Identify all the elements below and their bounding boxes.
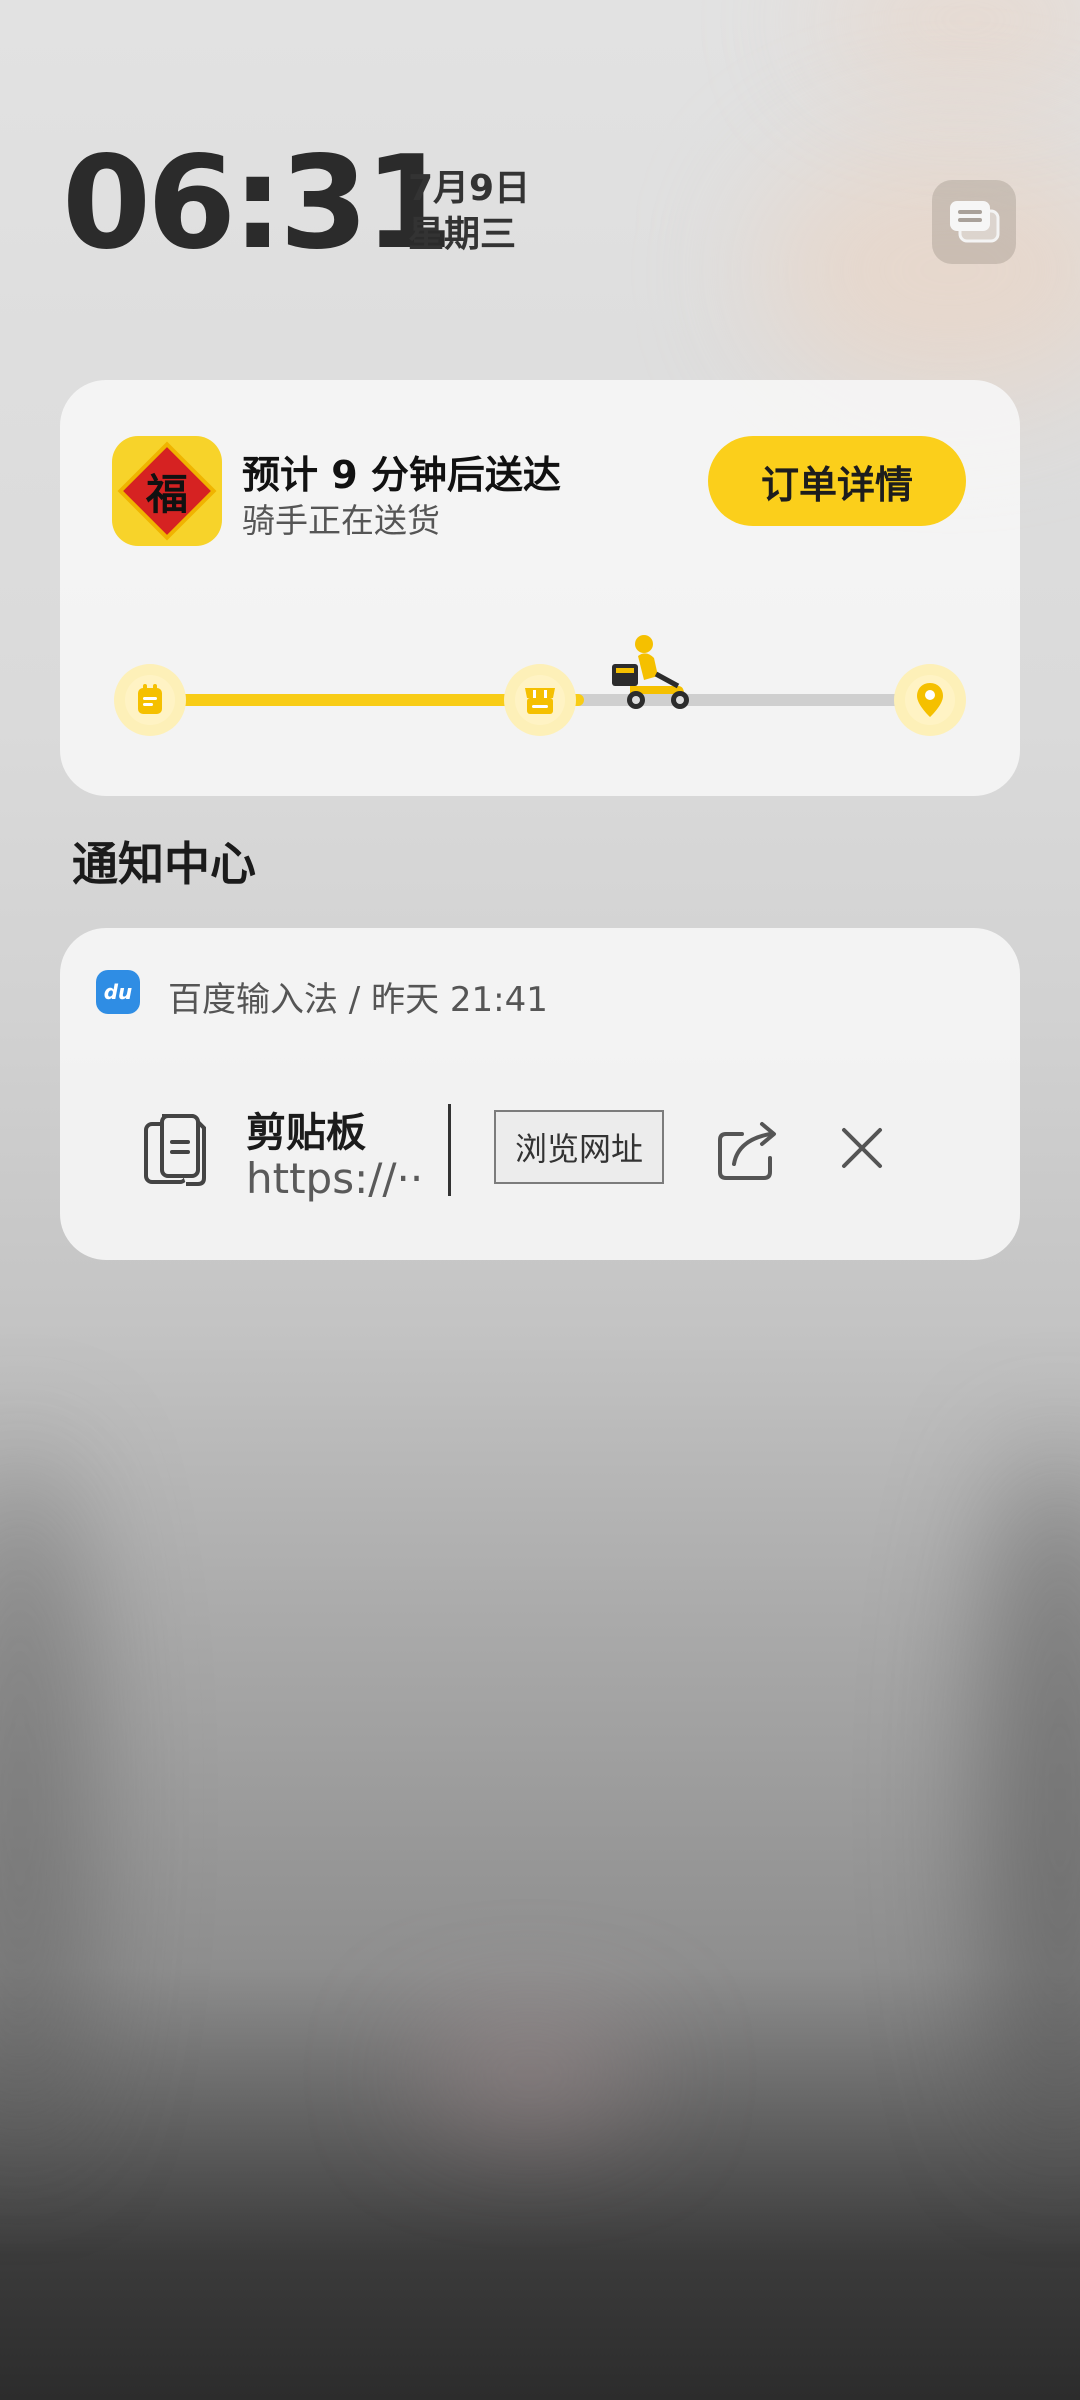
lockscreen-date: 7月9日 星期三: [408, 166, 530, 258]
date-text: 7月9日: [408, 168, 531, 209]
divider: [448, 1104, 451, 1196]
baidu-input-app-icon: du: [96, 970, 140, 1014]
destination-node: [894, 664, 966, 736]
wallpaper-blob: [760, 140, 1080, 400]
delivery-status: 骑手正在送货: [242, 501, 440, 540]
store-icon: [525, 688, 555, 714]
delivery-rider-icon: [612, 635, 689, 709]
weekday-text: 星期三: [408, 214, 517, 255]
delivery-app-icon: 福: [112, 436, 222, 546]
close-icon[interactable]: [838, 1124, 886, 1172]
notification-card[interactable]: du 百度输入法 / 昨天 21:41 剪贴板 https://·· 浏览网址: [60, 928, 1020, 1260]
notification-center-title: 通知中心: [72, 837, 256, 891]
message-button[interactable]: [932, 180, 1016, 264]
delivery-live-card[interactable]: 福 预计 9 分钟后送达 骑手正在送货 订单详情: [60, 380, 1020, 796]
wallpaper-blob: [0, 1450, 80, 2150]
notification-header: 百度输入法 / 昨天 21:41: [168, 980, 548, 1020]
clipboard-title: 剪贴板: [246, 1110, 366, 1156]
order-details-button[interactable]: 订单详情: [708, 436, 966, 526]
share-icon[interactable]: [714, 1120, 780, 1182]
fu-glyph: 福: [145, 469, 188, 519]
browse-url-button[interactable]: 浏览网址: [494, 1110, 664, 1184]
wallpaper-blob: [820, 0, 1080, 80]
lockscreen-clock: 06:31: [62, 129, 453, 278]
message-icon: [950, 201, 1000, 243]
delivery-eta-title: 预计 9 分钟后送达: [242, 453, 561, 497]
order-placed-node: [114, 664, 186, 736]
clipboard-icon: [144, 1114, 206, 1186]
wallpaper-blob: [420, 2030, 640, 2120]
order-icon: [138, 684, 162, 714]
store-node: [504, 664, 576, 736]
clipboard-url: https://··: [246, 1154, 422, 1203]
wallpaper-blob: [990, 1450, 1080, 2150]
location-pin-icon: [917, 683, 943, 717]
